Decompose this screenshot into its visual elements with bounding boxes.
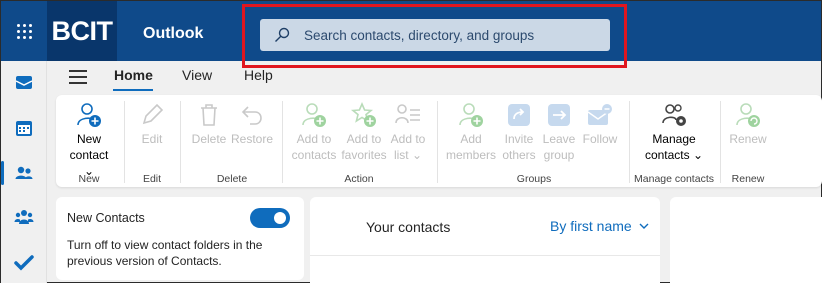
star-add-icon — [350, 101, 376, 127]
edit-button[interactable]: Edit — [132, 101, 172, 147]
leave-icon — [548, 104, 570, 126]
people-icon — [15, 166, 33, 179]
separator — [282, 101, 283, 183]
separator — [720, 101, 721, 183]
trash-icon — [201, 104, 217, 126]
tab-home[interactable]: Home — [114, 67, 153, 83]
app-launcher-button[interactable] — [1, 1, 47, 61]
menu-toggle-icon[interactable] — [69, 70, 87, 84]
contacts-list-panel: Your contacts By first name — [310, 197, 660, 283]
ribbon: New contact ⌄ New Edit Edit Delete Resto… — [56, 95, 822, 187]
sort-label: By first name — [550, 218, 632, 234]
pencil-icon — [142, 103, 164, 125]
new-contacts-panel: New Contacts Turn off to view contact fo… — [56, 197, 304, 280]
divider — [310, 255, 660, 256]
rail-todo[interactable] — [1, 245, 47, 281]
left-app-rail — [1, 61, 47, 283]
new-contacts-toggle[interactable] — [250, 208, 290, 228]
add-member-icon — [459, 103, 483, 127]
add-to-contacts-label-2: contacts — [291, 148, 337, 162]
group-label-groups: Groups — [516, 173, 552, 185]
waffle-icon — [16, 23, 32, 39]
bcit-logo[interactable]: BCIT — [47, 1, 117, 61]
sort-dropdown[interactable]: By first name — [550, 218, 650, 234]
add-to-contacts-button[interactable]: Add to contacts — [290, 101, 338, 163]
people-list-icon — [395, 104, 420, 124]
manage-contacts-label-1: Manage — [652, 132, 696, 146]
add-person-icon — [302, 103, 326, 127]
separator — [629, 101, 630, 183]
contacts-list-title: Your contacts — [366, 219, 451, 235]
search-highlight-box — [242, 4, 627, 68]
group-label-delete: Delete — [216, 173, 248, 185]
add-members-label-1: Add — [460, 132, 482, 146]
add-to-contacts-label-1: Add to — [296, 132, 332, 146]
new-contacts-description: Turn off to view contact folders in the … — [67, 238, 263, 268]
rail-calendar[interactable] — [1, 110, 47, 146]
renew-button[interactable]: Renew — [726, 101, 770, 147]
follow-mail-icon — [587, 104, 612, 125]
people-settings-icon — [662, 104, 686, 126]
invite-others-label-1: Invite — [504, 132, 534, 146]
edit-label: Edit — [141, 132, 163, 146]
chevron-down-icon — [639, 223, 649, 229]
restore-button[interactable]: Restore — [230, 101, 274, 147]
rail-mail[interactable] — [1, 64, 47, 100]
add-to-favorites-button[interactable]: Add to favorites — [340, 101, 388, 163]
undo-icon — [241, 106, 262, 125]
group-label-manage-contacts: Manage contacts — [634, 173, 714, 185]
calendar-icon — [16, 121, 32, 136]
new-contacts-title: New Contacts — [67, 211, 145, 225]
tab-active-indicator — [113, 89, 153, 91]
rail-people[interactable] — [1, 155, 47, 191]
invite-icon — [508, 104, 530, 126]
add-to-favorites-label-2: favorites — [341, 148, 387, 162]
follow-button[interactable]: Follow — [578, 101, 622, 147]
contact-detail-panel — [670, 197, 822, 283]
groups-icon — [14, 210, 34, 224]
group-label-action: Action — [344, 173, 374, 185]
renew-label: Renew — [729, 132, 767, 146]
group-label-renew: Renew — [731, 173, 765, 185]
tab-view[interactable]: View — [182, 67, 212, 83]
renew-icon — [736, 103, 760, 127]
app-name[interactable]: Outlook — [143, 25, 203, 43]
group-label-new: New — [78, 173, 100, 185]
leave-group-label-1: Leave — [542, 132, 576, 146]
separator — [124, 101, 125, 183]
restore-label: Restore — [230, 132, 274, 146]
tab-help[interactable]: Help — [244, 67, 273, 83]
mail-icon — [15, 76, 33, 89]
add-members-button[interactable]: Add members — [446, 101, 496, 163]
leave-group-label-2: group — [543, 148, 575, 162]
add-to-list-button[interactable]: Add to list ⌄ — [388, 101, 428, 163]
manage-contacts-button[interactable]: Manage contacts ⌄ — [636, 101, 712, 163]
separator — [180, 101, 181, 183]
todo-check-icon — [14, 255, 34, 271]
delete-button[interactable]: Delete — [190, 101, 228, 147]
add-to-list-label-2: list ⌄ — [393, 148, 423, 162]
rail-teams[interactable] — [1, 199, 47, 235]
add-to-list-label-1: Add to — [390, 132, 426, 146]
separator — [437, 101, 438, 183]
invite-others-button[interactable]: Invite others — [498, 101, 540, 163]
new-contact-button[interactable]: New contact ⌄ — [64, 101, 114, 179]
new-contact-label-1: New — [76, 132, 101, 146]
add-person-icon — [77, 103, 101, 127]
add-to-favorites-label-1: Add to — [346, 132, 382, 146]
add-members-label-2: members — [446, 148, 497, 162]
manage-contacts-label-2: contacts ⌄ — [644, 148, 704, 162]
group-label-edit: Edit — [142, 173, 162, 185]
follow-label: Follow — [582, 132, 618, 146]
delete-label: Delete — [191, 132, 227, 146]
leave-group-button[interactable]: Leave group — [540, 101, 578, 163]
invite-others-label-2: others — [502, 148, 536, 162]
